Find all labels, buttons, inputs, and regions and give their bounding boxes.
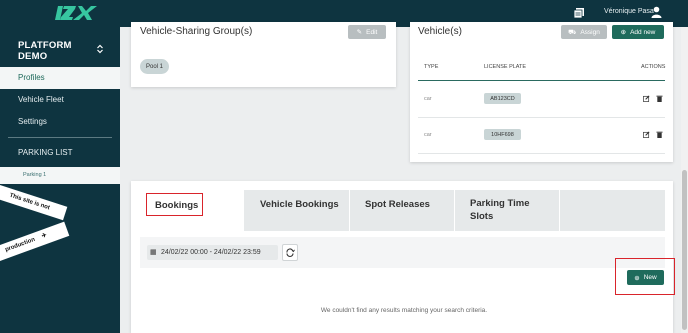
highlight-box-new: [615, 258, 675, 295]
add-new-button-label: Add new: [630, 28, 656, 36]
parking-item-label: Parking 1: [23, 172, 47, 178]
add-new-vehicle-button[interactable]: ⊕ Add new: [612, 25, 664, 39]
highlight-box-bookings: [146, 193, 203, 216]
organization-selector[interactable]: PLATFORM DEMO: [18, 40, 72, 62]
vehicles-title: Vehicle(s): [418, 26, 462, 37]
table-row-divider: [418, 117, 665, 118]
plane-icon: ✈: [41, 232, 48, 240]
column-header-actions: ACTIONS: [641, 64, 666, 70]
license-plate-badge: 10HF698: [484, 129, 521, 140]
edit-button[interactable]: ✎ Edit: [348, 25, 386, 39]
page-scrollbar-thumb[interactable]: [682, 170, 687, 330]
sidebar-item-settings[interactable]: Settings: [0, 111, 120, 133]
date-range-value: 24/02/22 00:00 - 24/02/22 23:59: [161, 249, 261, 256]
assign-button-label: Assign: [580, 28, 600, 36]
calendar-icon: ▦: [150, 249, 157, 256]
tab-divider: [559, 190, 560, 231]
plus-circle-icon: ⊕: [620, 29, 627, 36]
tab-spot-releases[interactable]: Spot Releases: [350, 190, 454, 231]
tab-label-line-1: Parking Time: [470, 198, 530, 209]
environment-ribbon-2: production ✈: [0, 221, 70, 262]
assign-button[interactable]: ⛟ Assign: [561, 25, 607, 39]
trash-icon[interactable]: [656, 95, 663, 102]
sidebar-item-profiles[interactable]: Profiles: [0, 67, 120, 89]
environment-ribbon: This site is not: [0, 183, 68, 221]
pool-badge[interactable]: Pool 1: [140, 59, 169, 74]
sidebar-item-label: Settings: [18, 117, 47, 126]
pencil-icon: ✎: [356, 29, 363, 36]
izix-logo[interactable]: [54, 4, 98, 22]
car-icon: ⛟: [568, 28, 577, 36]
table-row-divider: [418, 153, 665, 154]
tab-label: Spot Releases: [365, 199, 430, 210]
sidebar-divider: [8, 137, 112, 138]
parking-list-header: PARKING LIST: [18, 148, 73, 157]
tab-label: Vehicle Bookings: [260, 199, 339, 210]
vehicles-card: [410, 22, 673, 162]
ribbon-text: This site is not: [8, 192, 51, 212]
tab-divider: [454, 190, 455, 231]
ribbon-text-2: production: [4, 236, 36, 254]
column-header-type[interactable]: TYPE: [424, 64, 438, 70]
sidebar-item-parking-1[interactable]: Parking 1: [0, 167, 120, 184]
sidebar-item-label: Vehicle Fleet: [18, 95, 64, 104]
brand-line-2: DEMO: [18, 51, 48, 62]
vehicle-sharing-group-title: Vehicle-Sharing Group(s): [140, 26, 253, 37]
column-header-license-plate[interactable]: LICENSE PLATE: [484, 64, 526, 70]
refresh-icon: [286, 248, 295, 257]
refresh-button[interactable]: [282, 244, 298, 261]
date-range-picker[interactable]: ▦ 24/02/22 00:00 - 24/02/22 23:59: [147, 245, 278, 260]
license-plate-badge: AB123CD: [484, 93, 521, 104]
sidebar: PLATFORM DEMO Profiles Vehicle Fleet Set…: [0, 27, 120, 333]
edit-button-label: Edit: [366, 28, 378, 36]
empty-results-message: We couldn't find any results matching yo…: [320, 307, 488, 314]
user-icon[interactable]: [651, 6, 662, 18]
vehicle-type-cell: car: [424, 132, 432, 138]
edit-icon[interactable]: [643, 95, 650, 102]
vehicle-type-cell: car: [424, 96, 432, 102]
chevron-up-down-icon[interactable]: [96, 44, 104, 54]
sidebar-item-vehicle-fleet[interactable]: Vehicle Fleet: [0, 89, 120, 111]
sidebar-item-label: Profiles: [18, 73, 45, 82]
user-name[interactable]: Véronique Pasa: [604, 8, 654, 15]
table-header-divider: [418, 80, 665, 81]
brand-line-1: PLATFORM: [18, 40, 72, 51]
tab-vehicle-bookings[interactable]: Vehicle Bookings: [245, 190, 349, 231]
documents-icon[interactable]: [573, 7, 585, 19]
tab-parking-time-slots[interactable]: Parking Time Slots: [455, 190, 559, 231]
edit-icon[interactable]: [643, 131, 650, 138]
tab-divider: [349, 190, 350, 231]
pool-badge-label: Pool 1: [145, 63, 163, 70]
trash-icon[interactable]: [656, 131, 663, 138]
tab-label-line-2: Slots: [470, 211, 494, 222]
